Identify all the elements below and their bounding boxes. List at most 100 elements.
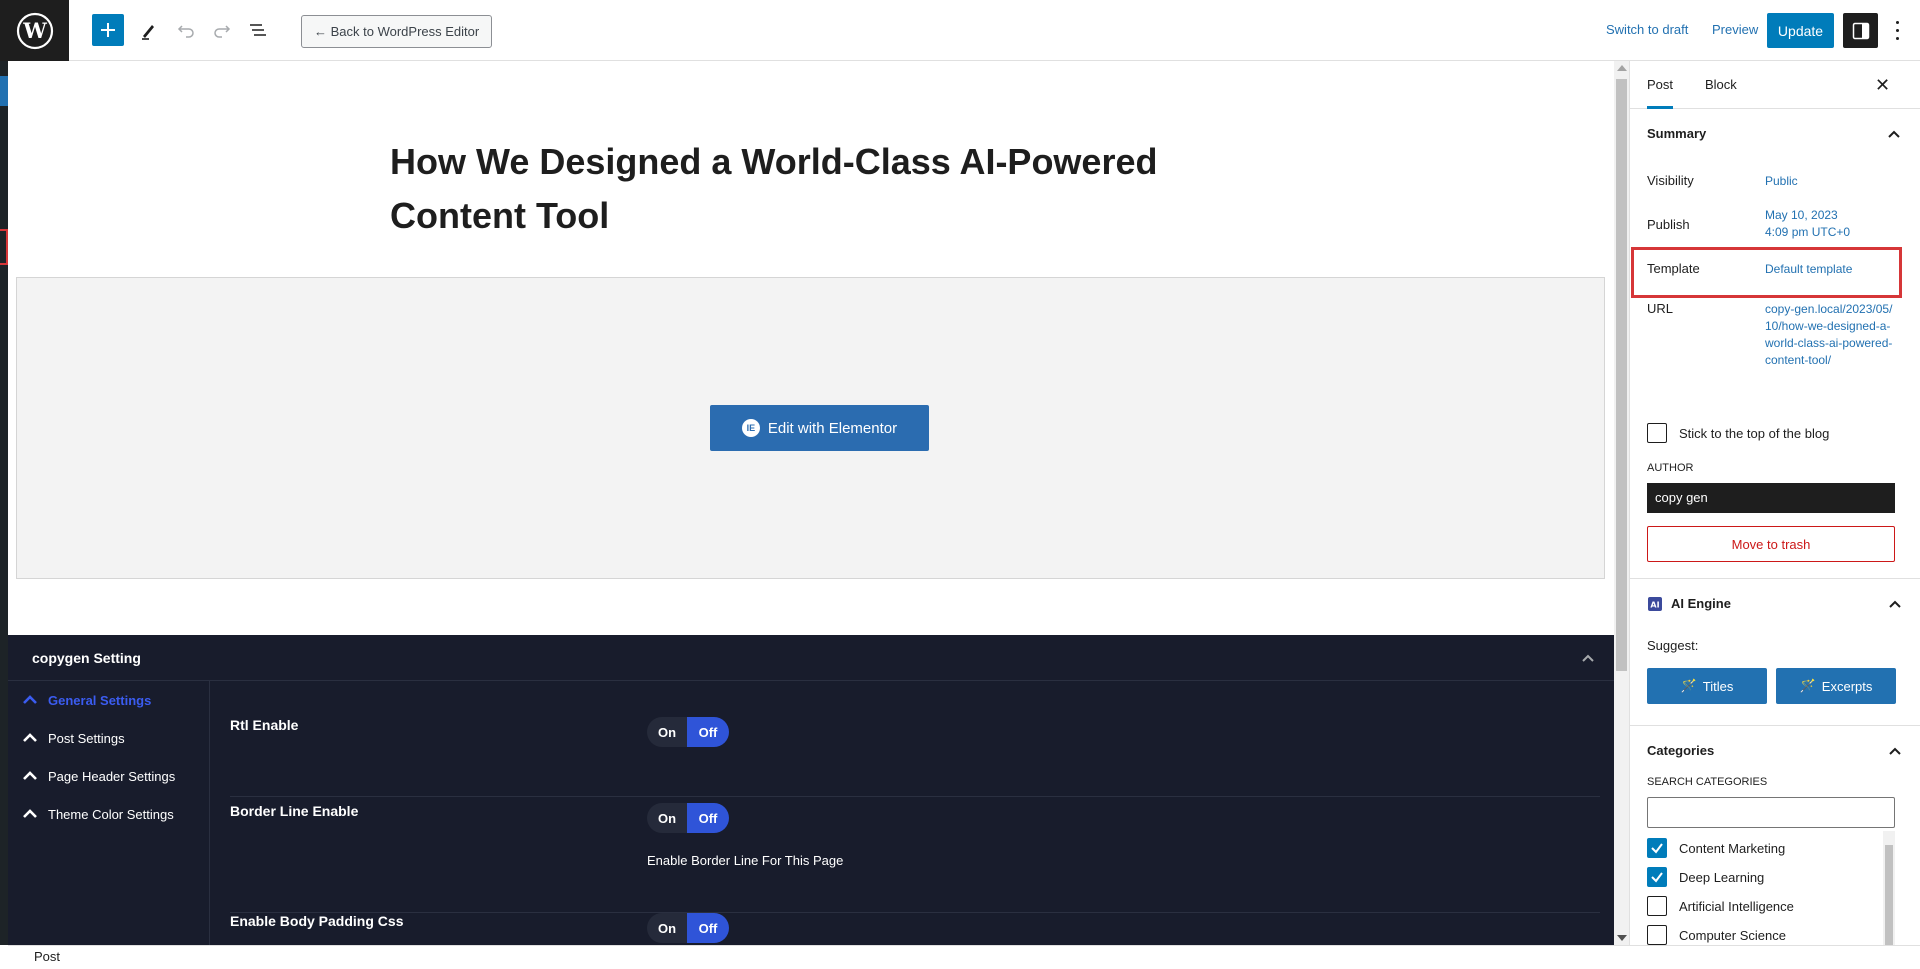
nav-label: General Settings	[48, 692, 152, 708]
svg-text:W: W	[22, 18, 47, 43]
scrollbar-thumb[interactable]	[1616, 79, 1627, 671]
url-value[interactable]: copy-gen.local/2023/05/10/how-we-designe…	[1765, 301, 1893, 369]
template-value[interactable]: Default template	[1765, 261, 1895, 278]
canvas-scrollbar[interactable]	[1614, 61, 1629, 945]
author-select[interactable]: copy gen	[1647, 483, 1895, 513]
stick-to-top-checkbox[interactable]	[1647, 423, 1667, 443]
summary-panel-header[interactable]: Summary	[1630, 109, 1920, 159]
elementor-icon: IE	[741, 419, 760, 437]
close-icon[interactable]: ✕	[1875, 75, 1890, 96]
summary-title: Summary	[1647, 126, 1707, 141]
publish-value[interactable]: May 10, 2023 4:09 pm UTC+0	[1765, 207, 1895, 241]
edit-with-elementor-label: Edit with Elementor	[767, 419, 898, 437]
breadcrumb[interactable]: Post	[34, 949, 60, 964]
scroll-up-icon[interactable]	[1617, 65, 1627, 71]
chevron-up-icon	[23, 733, 37, 742]
ai-engine-title: AI Engine	[1671, 596, 1731, 611]
toggle-off[interactable]: Off	[687, 913, 729, 943]
suggest-titles-button[interactable]: 🪄 Titles	[1647, 668, 1767, 704]
category-checkbox[interactable]	[1647, 925, 1667, 945]
search-categories-label: SEARCH CATEGORIES	[1647, 776, 1768, 788]
add-block-button[interactable]	[92, 14, 124, 46]
nav-post-settings[interactable]: Post Settings	[8, 719, 209, 757]
undo-button[interactable]	[170, 14, 202, 46]
move-to-trash-button[interactable]: Move to trash	[1647, 526, 1895, 562]
category-checkbox[interactable]	[1647, 838, 1667, 858]
wordpress-editor: W ← Back to WordPress Editor Switch to d…	[0, 0, 1920, 969]
scrollbar-thumb[interactable]	[1885, 845, 1893, 945]
categories-panel-header[interactable]: Categories	[1630, 726, 1920, 776]
category-item[interactable]: Computer Science	[1647, 924, 1786, 945]
redo-icon	[214, 25, 231, 38]
template-label: Template	[1647, 261, 1700, 276]
rtl-toggle[interactable]: On Off	[647, 717, 729, 747]
chevron-up-icon	[1889, 600, 1901, 608]
more-options-icon[interactable]	[1890, 18, 1904, 42]
admin-sidebar-edge	[0, 61, 8, 945]
border-line-toggle[interactable]: On Off	[647, 803, 729, 833]
pencil-icon	[142, 25, 154, 40]
back-to-wordpress-editor-button[interactable]: ← Back to WordPress Editor	[301, 15, 493, 48]
stick-to-top-row[interactable]: Stick to the top of the blog	[1647, 423, 1829, 443]
metabox-nav: General Settings Post Settings Page Head…	[8, 681, 210, 945]
settings-panel-button[interactable]	[1843, 13, 1878, 48]
setting-description: Enable Border Line For This Page	[647, 853, 844, 868]
undo-icon	[177, 25, 194, 38]
nav-label: Page Header Settings	[48, 768, 176, 784]
update-button[interactable]: Update	[1767, 13, 1834, 48]
suggest-excerpts-button[interactable]: 🪄 Excerpts	[1776, 668, 1896, 704]
url-label: URL	[1647, 301, 1674, 316]
sidebar-tabs: Post Block ✕	[1630, 61, 1920, 109]
category-checkbox[interactable]	[1647, 896, 1667, 916]
chevron-up-icon	[23, 695, 37, 704]
category-item[interactable]: Deep Learning	[1647, 866, 1764, 888]
stick-to-top-label: Stick to the top of the blog	[1679, 425, 1830, 441]
toggle-off[interactable]: Off	[687, 803, 729, 833]
redo-button[interactable]	[206, 14, 238, 46]
toggle-on[interactable]: On	[647, 803, 687, 833]
category-item[interactable]: Artificial Intelligence	[1647, 895, 1794, 917]
ai-engine-panel-header[interactable]: AI AI Engine	[1630, 579, 1920, 629]
chevron-up-icon[interactable]	[1580, 650, 1596, 666]
search-categories-input[interactable]	[1647, 797, 1895, 828]
tab-block[interactable]: Block	[1705, 61, 1737, 109]
chevron-up-icon	[1888, 130, 1900, 138]
toggle-on[interactable]: On	[647, 913, 687, 943]
copygen-settings-metabox: copygen Setting General Settings Post Se…	[8, 635, 1614, 945]
category-checkbox[interactable]	[1647, 867, 1667, 887]
svg-text:AI: AI	[1650, 601, 1659, 610]
status-bar: Post	[8, 945, 1920, 969]
edit-with-elementor-button[interactable]: IE Edit with Elementor	[710, 405, 929, 451]
body-padding-toggle[interactable]: On Off	[647, 913, 729, 943]
list-view-button[interactable]	[242, 14, 274, 46]
preview-link[interactable]: Preview	[1712, 22, 1758, 37]
setting-row-body-padding: Enable Body Padding Css On Off	[230, 913, 1600, 945]
switch-to-draft-link[interactable]: Switch to draft	[1606, 22, 1688, 37]
scroll-down-icon[interactable]	[1617, 935, 1627, 941]
checkmark-icon	[1651, 843, 1663, 854]
categories-scrollbar[interactable]	[1883, 831, 1895, 945]
categories-title: Categories	[1647, 743, 1715, 758]
chevron-up-icon	[1889, 747, 1901, 755]
post-title[interactable]: How We Designed a World-Class AI-Powered…	[390, 135, 1190, 243]
nav-general-settings[interactable]: General Settings	[8, 681, 209, 719]
toggle-off[interactable]: Off	[687, 717, 729, 747]
nav-theme-color-settings[interactable]: Theme Color Settings	[8, 795, 209, 833]
toggle-on[interactable]: On	[647, 717, 687, 747]
tools-button[interactable]	[133, 14, 165, 46]
category-item[interactable]: Content Marketing	[1647, 837, 1785, 859]
ai-engine-icon: AI	[1648, 597, 1662, 611]
metabox-header[interactable]: copygen Setting	[8, 635, 1614, 681]
category-label: Deep Learning	[1679, 869, 1765, 885]
wordpress-logo-button[interactable]: W	[0, 0, 69, 61]
chevron-up-icon	[23, 809, 37, 818]
tab-post[interactable]: Post	[1647, 61, 1674, 109]
setting-label: Rtl Enable	[230, 717, 299, 733]
visibility-value[interactable]: Public	[1765, 173, 1895, 190]
metabox-title: copygen Setting	[32, 649, 141, 666]
checkmark-icon	[1651, 872, 1663, 883]
setting-row-border-line: Border Line Enable On Off Enable Border …	[230, 803, 1600, 913]
excerpts-label: Excerpts	[1821, 678, 1873, 694]
nav-page-header-settings[interactable]: Page Header Settings	[8, 757, 209, 795]
setting-label: Border Line Enable	[230, 803, 359, 819]
